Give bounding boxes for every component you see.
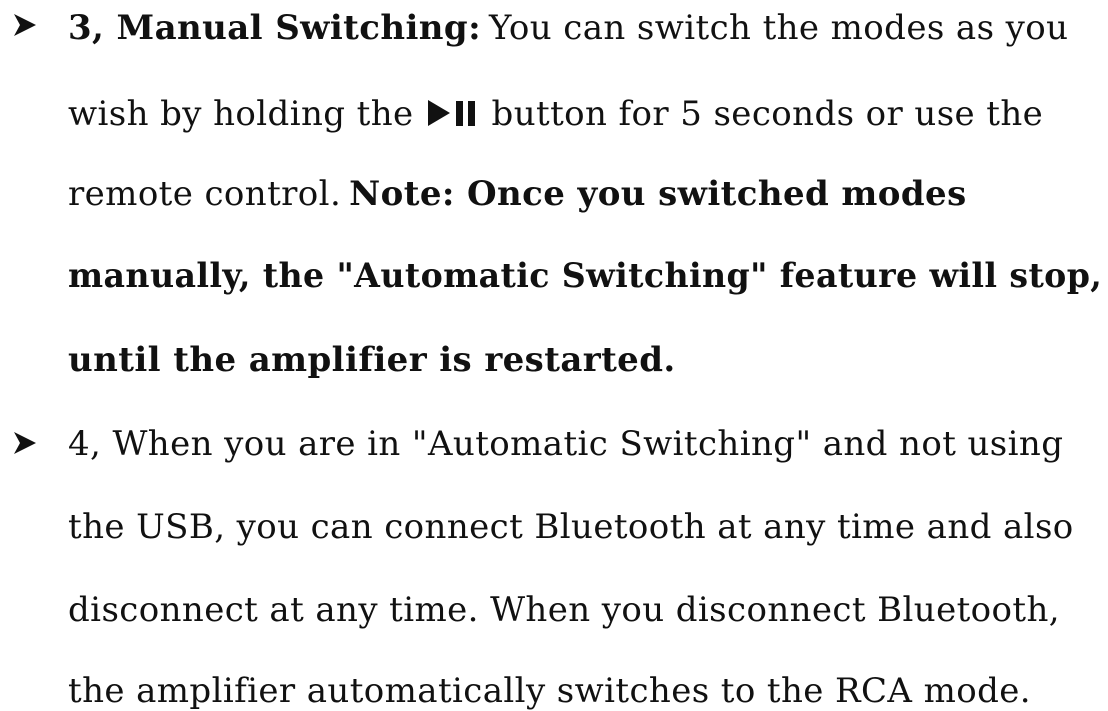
item4-line3: disconnect at any time. When you disconn…	[68, 590, 1060, 630]
item3-line3: remote control. Note: Once you switched m…	[68, 174, 967, 214]
item4-line4: the amplifier automatically switches to …	[68, 671, 1031, 711]
play-pause-icon	[427, 100, 475, 126]
item3-note-text: Note: Once you switched modes	[349, 174, 967, 214]
manual-page: { "items": [ { "bullet_icon": "arrowhead…	[0, 0, 1108, 711]
arrowhead-bullet-icon	[14, 432, 36, 454]
item3-line4: manually, the "Automatic Switching" feat…	[68, 256, 1103, 296]
item3-line2: wish by holding the button for 5 seconds…	[68, 94, 1043, 134]
item3-line5: until the amplifier is restarted.	[68, 340, 676, 380]
item3-line1: 3, Manual Switching: You can switch the m…	[68, 8, 1068, 48]
item4-line2: the USB, you can connect Bluetooth at an…	[68, 507, 1074, 547]
arrowhead-bullet-icon	[14, 14, 36, 36]
item4-line1: 4, When you are in "Automatic Switching"…	[68, 424, 1064, 464]
item3-line3-normal: remote control.	[68, 174, 342, 214]
item3-heading: 3, Manual Switching:	[68, 8, 482, 48]
item3-line2-before: wish by holding the	[68, 94, 414, 134]
item3-line1-text: You can switch the modes as you	[489, 8, 1069, 48]
item3-line2-after: button for 5 seconds or use the	[491, 94, 1044, 134]
